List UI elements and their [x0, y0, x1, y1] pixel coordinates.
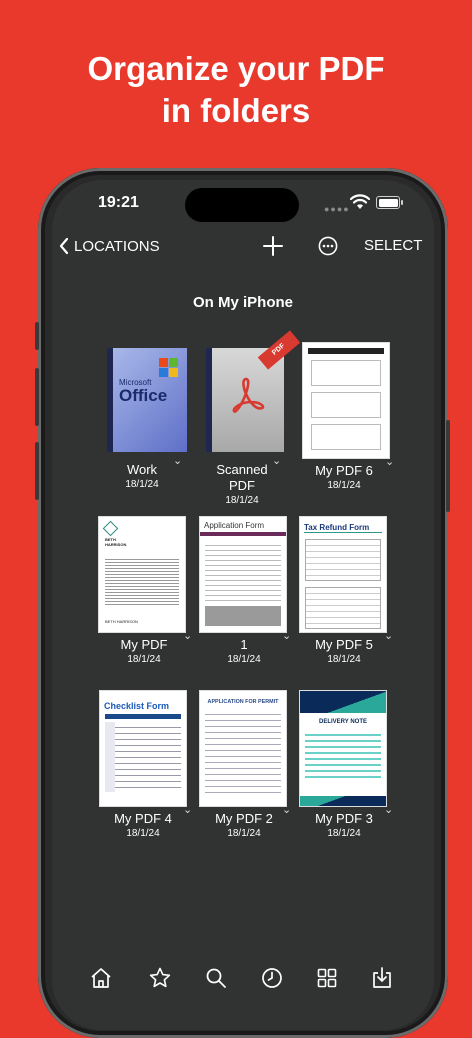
folder-thumbnail-pdf: PDF: [206, 330, 301, 452]
doc-footer-banner: [300, 796, 386, 806]
folder-thumbnail-office: Microsoft Office: [107, 348, 187, 452]
file-grid: Microsoft Office Work ⌄ 18/1/24 PDF Scan…: [52, 180, 434, 880]
promo-headline: Organize your PDF in folders: [0, 48, 472, 132]
chevron-down-icon[interactable]: ⌄: [272, 454, 281, 467]
document-thumbnail: Tax Refund Form: [299, 516, 387, 633]
file-date: 18/1/24: [125, 479, 159, 490]
cv-logo-icon: [102, 520, 119, 537]
file-name: My PDF: [120, 637, 168, 652]
clock-icon[interactable]: [260, 966, 284, 990]
chevron-down-icon[interactable]: ⌄: [183, 803, 192, 816]
doc-section: [311, 360, 381, 386]
search-icon[interactable]: [204, 966, 228, 990]
doc-form-lines: [205, 541, 281, 601]
doc-checklist-lines: [105, 722, 181, 792]
cv-name: BETH HARRISON: [105, 537, 127, 547]
office-logo-icon: [159, 358, 179, 378]
phone-volume-up: [35, 368, 39, 426]
file-name: My PDF 5: [315, 637, 373, 652]
phone-action-button: [35, 322, 39, 350]
doc-header-bar: [308, 348, 384, 354]
pdf-badge: PDF: [257, 330, 301, 370]
chevron-down-icon[interactable]: ⌄: [282, 629, 291, 642]
file-date: 18/1/24: [227, 654, 261, 665]
chevron-down-icon[interactable]: ⌄: [173, 454, 182, 467]
file-name: My PDF 4: [114, 811, 172, 826]
chevron-down-icon[interactable]: ⌄: [183, 629, 192, 642]
file-name-line-2: PDF: [229, 478, 255, 493]
doc-text-lines: [105, 557, 179, 607]
document-thumbnail: DELIVERY NOTE: [299, 690, 387, 807]
document-thumbnail: [302, 342, 390, 459]
file-date: 18/1/24: [327, 828, 361, 839]
doc-header-banner: [300, 691, 386, 713]
doc-section: [305, 587, 381, 629]
import-icon[interactable]: [370, 966, 394, 990]
chevron-down-icon[interactable]: ⌄: [384, 803, 393, 816]
document-thumbnail: APPLICATION FOR PERMIT: [199, 690, 287, 807]
phone-volume-down: [35, 442, 39, 500]
doc-table-lines: [305, 730, 381, 780]
chevron-down-icon[interactable]: ⌄: [282, 803, 291, 816]
office-word-text: Office: [119, 386, 168, 405]
chevron-down-icon[interactable]: ⌄: [384, 629, 393, 642]
doc-title: Tax Refund Form: [304, 523, 382, 533]
headline-line-2: in folders: [161, 92, 311, 129]
doc-title: Application Form: [204, 521, 265, 530]
doc-section: [311, 392, 381, 418]
acrobat-logo-icon: [232, 377, 265, 413]
file-name: My PDF 3: [315, 811, 373, 826]
file-name: My PDF 2: [215, 811, 273, 826]
star-icon[interactable]: [148, 966, 172, 990]
headline-line-1: Organize your PDF: [87, 50, 385, 87]
grid-icon[interactable]: [315, 966, 339, 990]
phone-power-button: [446, 420, 450, 512]
file-date: 18/1/24: [327, 480, 361, 491]
doc-footer-block: [205, 606, 281, 626]
app-screen: 19:21 ●●●● LOCATIONS SELECT On My iPhone…: [52, 180, 434, 1030]
chevron-down-icon[interactable]: ⌄: [385, 455, 394, 468]
file-name: My PDF 6: [315, 463, 373, 478]
doc-title: Checklist Form: [104, 701, 170, 711]
doc-section: [311, 424, 381, 450]
doc-section: [305, 539, 381, 581]
home-icon[interactable]: [89, 966, 113, 990]
document-thumbnail: BETH HARRISON BETH HARRISON: [98, 516, 186, 633]
file-date: 18/1/24: [127, 654, 161, 665]
file-date: 18/1/24: [225, 495, 259, 506]
file-name: 1: [240, 637, 248, 652]
doc-title: DELIVERY NOTE: [318, 719, 367, 725]
file-date: 18/1/24: [126, 828, 160, 839]
document-thumbnail: Application Form: [199, 516, 287, 633]
doc-form-lines: [205, 709, 281, 797]
doc-header-bar: [105, 714, 181, 719]
document-thumbnail: Checklist Form: [99, 690, 187, 807]
doc-title-underline: [200, 532, 286, 536]
doc-title: APPLICATION FOR PERMIT: [207, 699, 279, 705]
bottom-tab-bar: [52, 960, 434, 1000]
cv-signature-name: BETH HARRISON: [105, 619, 138, 624]
file-date: 18/1/24: [327, 654, 361, 665]
file-date: 18/1/24: [227, 828, 261, 839]
